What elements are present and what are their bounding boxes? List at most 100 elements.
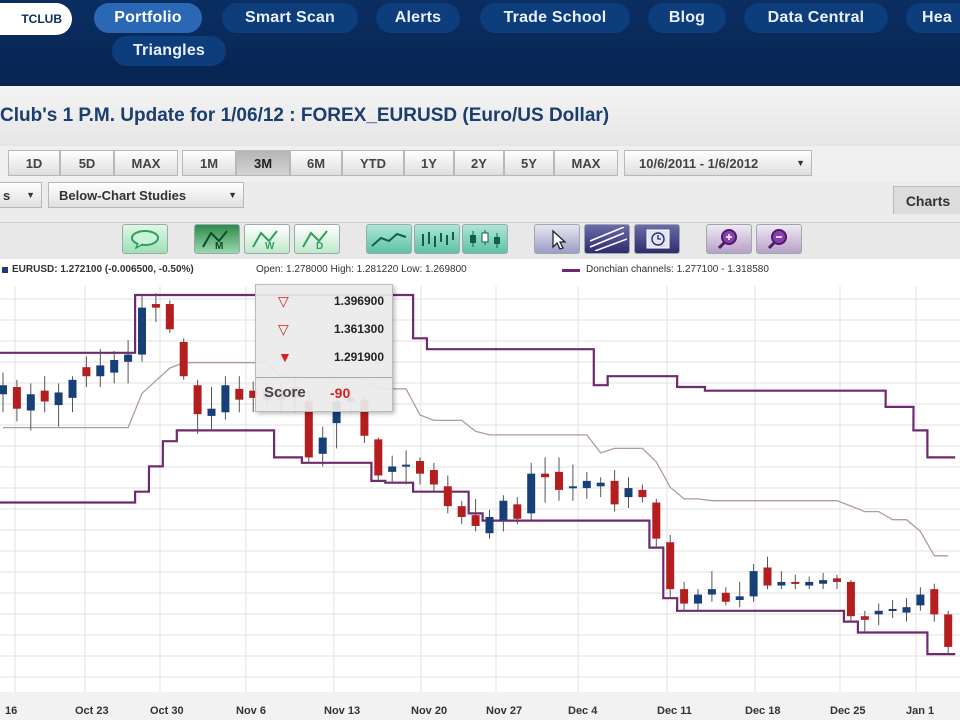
svg-text:W: W xyxy=(265,241,275,251)
x-axis-tick-label: Oct 23 xyxy=(75,705,109,717)
candle-body xyxy=(888,608,897,611)
pointer-icon[interactable] xyxy=(534,224,580,254)
x-axis-band xyxy=(0,692,960,720)
score-label: Score xyxy=(264,384,306,401)
x-axis-tick-label: Nov 27 xyxy=(486,705,522,717)
weekly-pattern-icon[interactable]: W xyxy=(244,224,290,254)
popup-divider xyxy=(256,377,392,378)
nav-blog[interactable]: Blog xyxy=(648,3,726,33)
candle-body xyxy=(860,616,869,620)
range-max-button[interactable]: MAX xyxy=(554,150,618,176)
candle-body xyxy=(318,437,327,454)
candle-body xyxy=(429,470,438,485)
candle-body xyxy=(499,500,508,521)
candle-body xyxy=(916,594,925,606)
chevron-down-icon: ▼ xyxy=(796,158,805,168)
charts-tab[interactable]: Charts xyxy=(893,186,960,214)
candle-body xyxy=(165,304,174,330)
range-6m-button[interactable]: 6M xyxy=(290,150,342,176)
logo-text: TCLUB xyxy=(21,12,62,26)
candle-body xyxy=(0,385,7,395)
candle-body xyxy=(221,385,230,413)
candle-body xyxy=(805,581,814,586)
candle-body xyxy=(680,589,689,604)
candle-body xyxy=(485,516,494,534)
daily-pattern-icon[interactable]: D xyxy=(294,224,340,254)
nav-portfolio[interactable]: Portfolio xyxy=(94,3,202,33)
below-chart-studies-value: Below-Chart Studies xyxy=(59,187,187,203)
clock-icon[interactable] xyxy=(634,224,680,254)
zoom-out-icon[interactable] xyxy=(756,224,802,254)
bar-chart-icon[interactable] xyxy=(414,224,460,254)
candle-body xyxy=(930,589,939,615)
legend-symbol-quote: EURUSD: 1.272100 (-0.006500, -0.50%) xyxy=(12,264,194,275)
date-range-select[interactable]: 10/6/2011 - 1/6/2012 ▼ xyxy=(624,150,812,176)
nav-alerts[interactable]: Alerts xyxy=(376,3,460,33)
svg-text:D: D xyxy=(316,241,323,251)
legend-marker-symbol xyxy=(2,267,8,273)
site-logo[interactable]: TCLUB xyxy=(0,3,72,35)
nav-smart-scan[interactable]: Smart Scan xyxy=(222,3,358,33)
x-axis-tick-label: Nov 13 xyxy=(324,705,360,717)
candle-body xyxy=(527,473,536,514)
x-axis-tick-label: Dec 25 xyxy=(830,705,865,717)
candle-body xyxy=(110,359,119,373)
candle-body xyxy=(457,506,466,517)
trendline-icon[interactable] xyxy=(584,224,630,254)
candle-body xyxy=(416,461,424,474)
range-5d-button[interactable]: 5D xyxy=(60,150,114,176)
candle-body xyxy=(638,489,647,498)
chevron-down-icon: ▼ xyxy=(26,190,35,200)
target-row: ▼ 1.291900 xyxy=(256,347,392,367)
candle-body xyxy=(666,542,675,590)
candle-body xyxy=(26,394,35,411)
score-value: -90 xyxy=(330,385,351,401)
candle-body xyxy=(902,607,911,613)
candle-body xyxy=(443,486,452,507)
candle-body xyxy=(513,504,522,519)
target-row: ▽ 1.361300 xyxy=(256,319,392,339)
candle-body xyxy=(735,596,744,600)
candle-body xyxy=(124,354,133,362)
range-3m-button[interactable]: 3M xyxy=(236,150,290,176)
above-chart-studies-value: s xyxy=(3,187,11,203)
candle-body xyxy=(777,581,786,586)
candlestick-chart-icon[interactable] xyxy=(462,224,508,254)
zoom-in-icon[interactable] xyxy=(706,224,752,254)
x-axis-tick-label: Jan 1 xyxy=(906,705,934,717)
above-chart-studies-select[interactable]: s ▼ xyxy=(0,182,42,208)
candle-body xyxy=(207,408,216,416)
range-1m-button[interactable]: 1M xyxy=(182,150,236,176)
range-ytd-button[interactable]: YTD xyxy=(342,150,404,176)
range-2y-button[interactable]: 2Y xyxy=(454,150,504,176)
range-1y-button[interactable]: 1Y xyxy=(404,150,454,176)
candle-body xyxy=(944,614,953,647)
bearish-target-icon: ▽ xyxy=(278,293,289,309)
nav-trade-school[interactable]: Trade School xyxy=(480,3,630,33)
target-score-popup: ▽ 1.396900 ▽ 1.361300 ▼ 1.291900 Score -… xyxy=(255,284,393,412)
range-max-intraday-button[interactable]: MAX xyxy=(114,150,178,176)
candle-body xyxy=(763,567,772,586)
nav-triangles[interactable]: Triangles xyxy=(112,36,226,66)
candle-body xyxy=(12,387,21,409)
nav-data-central[interactable]: Data Central xyxy=(744,3,888,33)
below-chart-studies-select[interactable]: Below-Chart Studies ▼ xyxy=(48,182,244,208)
monthly-pattern-icon[interactable]: M xyxy=(194,224,240,254)
x-axis-tick-label: Dec 11 xyxy=(657,705,692,717)
target-value: 1.291900 xyxy=(333,350,384,364)
target-row: ▽ 1.396900 xyxy=(256,291,392,311)
price-chart[interactable]: 16 Oct 23 Oct 30 Nov 6 Nov 13 Nov 20 Nov 27 Dec… xyxy=(0,282,960,720)
chart-legend: EURUSD: 1.272100 (-0.006500, -0.50%) Ope… xyxy=(0,262,960,280)
candle-body xyxy=(68,379,77,398)
candle-body xyxy=(555,471,563,490)
candle-body xyxy=(707,589,716,595)
range-1d-button[interactable]: 1D xyxy=(8,150,60,176)
x-axis-tick-label: Dec 18 xyxy=(745,705,780,717)
x-axis-tick-label: Nov 20 xyxy=(411,705,447,717)
speech-bubble-icon[interactable] xyxy=(122,224,168,254)
nav-hea[interactable]: Hea xyxy=(906,3,960,33)
line-chart-icon[interactable] xyxy=(366,224,412,254)
range-5y-button[interactable]: 5Y xyxy=(504,150,554,176)
x-axis-tick-label: Nov 6 xyxy=(236,705,266,717)
candle-body xyxy=(819,580,828,584)
